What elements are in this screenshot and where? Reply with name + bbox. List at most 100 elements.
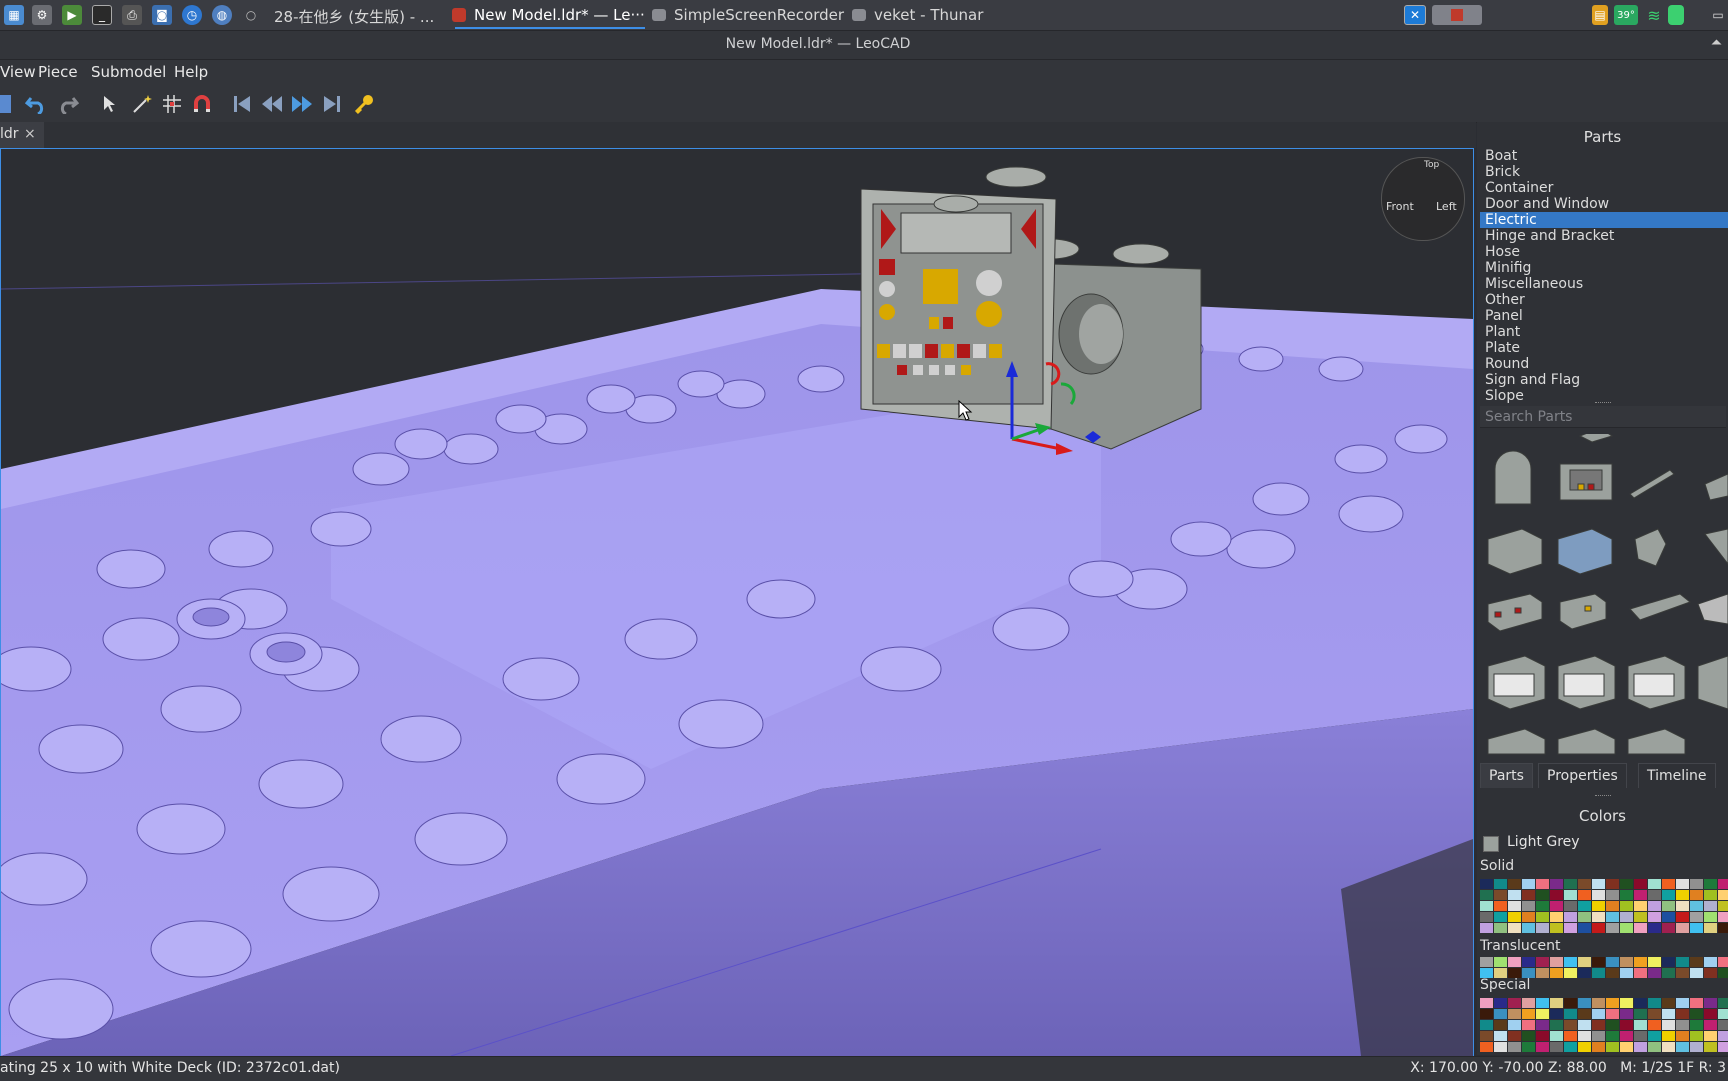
- color-swatch[interactable]: [1704, 998, 1717, 1008]
- color-swatch[interactable]: [1508, 957, 1521, 967]
- view-cube[interactable]: Top Front Left: [1381, 157, 1465, 241]
- scene-canvas[interactable]: [1, 149, 1473, 1056]
- electric-brick-piece[interactable]: [860, 166, 1202, 450]
- color-swatch[interactable]: [1508, 923, 1521, 933]
- settings-icon[interactable]: ⚙: [32, 5, 52, 25]
- color-swatch[interactable]: [1620, 923, 1633, 933]
- color-swatch[interactable]: [1648, 1020, 1661, 1030]
- app-menu-icon[interactable]: ▦: [4, 5, 24, 25]
- color-swatch[interactable]: [1522, 1042, 1535, 1052]
- color-swatch[interactable]: [1480, 1020, 1493, 1030]
- key-icon[interactable]: [352, 92, 376, 116]
- color-swatch[interactable]: [1718, 957, 1728, 967]
- color-swatch[interactable]: [1676, 890, 1689, 900]
- color-swatch[interactable]: [1676, 957, 1689, 967]
- color-swatch[interactable]: [1564, 901, 1577, 911]
- category-item[interactable]: Hose: [1480, 244, 1728, 260]
- color-swatch[interactable]: [1494, 1009, 1507, 1019]
- splitter-handle[interactable]: [1595, 795, 1611, 796]
- color-swatch[interactable]: [1662, 923, 1675, 933]
- printer-icon[interactable]: ⎙: [122, 5, 142, 25]
- color-swatch[interactable]: [1522, 1031, 1535, 1041]
- color-swatch[interactable]: [1648, 890, 1661, 900]
- color-swatch[interactable]: [1704, 1031, 1717, 1041]
- color-swatch[interactable]: [1606, 1009, 1619, 1019]
- color-swatch[interactable]: [1564, 879, 1577, 889]
- view-cube-top[interactable]: Top: [1424, 160, 1439, 170]
- category-item[interactable]: Minifig: [1480, 260, 1728, 276]
- color-swatch[interactable]: [1592, 968, 1605, 978]
- color-swatch[interactable]: [1480, 912, 1493, 922]
- color-swatch[interactable]: [1578, 901, 1591, 911]
- color-swatch[interactable]: [1578, 957, 1591, 967]
- color-swatch[interactable]: [1578, 1031, 1591, 1041]
- color-swatch[interactable]: [1550, 957, 1563, 967]
- color-swatch[interactable]: [1718, 923, 1728, 933]
- color-swatch[interactable]: [1704, 968, 1717, 978]
- clipboard-icon[interactable]: ▤: [1592, 5, 1608, 25]
- color-swatch[interactable]: [1704, 957, 1717, 967]
- color-swatch[interactable]: [1536, 998, 1549, 1008]
- color-swatch[interactable]: [1606, 968, 1619, 978]
- color-swatch[interactable]: [1592, 890, 1605, 900]
- color-swatch[interactable]: [1592, 998, 1605, 1008]
- color-swatch[interactable]: [1592, 901, 1605, 911]
- color-swatch[interactable]: [1606, 1042, 1619, 1052]
- color-swatch[interactable]: [1508, 1042, 1521, 1052]
- color-swatch[interactable]: [1480, 957, 1493, 967]
- menu-help[interactable]: Help: [174, 63, 208, 81]
- category-item[interactable]: Brick: [1480, 164, 1728, 180]
- task-media[interactable]: 28-在他乡 (女生版) - ...: [274, 6, 434, 27]
- color-swatch[interactable]: [1592, 1031, 1605, 1041]
- undo-icon[interactable]: [24, 92, 48, 116]
- color-swatch[interactable]: [1690, 1009, 1703, 1019]
- tab-timeline[interactable]: Timeline: [1638, 763, 1716, 788]
- color-swatch[interactable]: [1718, 1042, 1728, 1052]
- color-swatch[interactable]: [1522, 923, 1535, 933]
- color-swatch[interactable]: [1522, 890, 1535, 900]
- color-swatch[interactable]: [1704, 1020, 1717, 1030]
- magic-wand-icon[interactable]: [130, 92, 154, 116]
- color-swatch[interactable]: [1564, 1031, 1577, 1041]
- color-swatch[interactable]: [1718, 890, 1728, 900]
- color-swatch[interactable]: [1564, 998, 1577, 1008]
- color-swatch[interactable]: [1634, 1042, 1647, 1052]
- color-swatch[interactable]: [1718, 1020, 1728, 1030]
- last-step-icon[interactable]: [320, 92, 344, 116]
- color-swatch[interactable]: [1550, 998, 1563, 1008]
- color-swatch[interactable]: [1690, 890, 1703, 900]
- color-swatch[interactable]: [1606, 912, 1619, 922]
- color-swatch[interactable]: [1494, 923, 1507, 933]
- color-swatch[interactable]: [1718, 1009, 1728, 1019]
- color-swatch[interactable]: [1606, 957, 1619, 967]
- color-swatch[interactable]: [1662, 1042, 1675, 1052]
- color-swatch[interactable]: [1718, 901, 1728, 911]
- color-swatch[interactable]: [1634, 923, 1647, 933]
- color-swatch[interactable]: [1634, 957, 1647, 967]
- snap-grid-icon[interactable]: [160, 92, 184, 116]
- color-swatch[interactable]: [1536, 1020, 1549, 1030]
- category-item[interactable]: Container: [1480, 180, 1728, 196]
- color-swatch[interactable]: [1634, 879, 1647, 889]
- color-swatch[interactable]: [1494, 912, 1507, 922]
- color-swatch[interactable]: [1564, 923, 1577, 933]
- color-swatch[interactable]: [1620, 998, 1633, 1008]
- color-swatch[interactable]: [1536, 1009, 1549, 1019]
- color-swatch[interactable]: [1634, 1020, 1647, 1030]
- color-swatch[interactable]: [1620, 879, 1633, 889]
- category-item[interactable]: Door and Window: [1480, 196, 1728, 212]
- color-swatch[interactable]: [1648, 968, 1661, 978]
- color-swatch[interactable]: [1592, 1009, 1605, 1019]
- color-swatch[interactable]: [1536, 968, 1549, 978]
- color-swatch[interactable]: [1634, 1009, 1647, 1019]
- color-swatch[interactable]: [1550, 901, 1563, 911]
- select-tool-icon[interactable]: [98, 92, 122, 116]
- color-swatch[interactable]: [1690, 912, 1703, 922]
- color-swatch[interactable]: [1522, 998, 1535, 1008]
- color-swatch[interactable]: [1634, 890, 1647, 900]
- color-swatch[interactable]: [1550, 968, 1563, 978]
- color-swatch[interactable]: [1536, 912, 1549, 922]
- menu-view[interactable]: View: [0, 63, 36, 81]
- color-swatch[interactable]: [1634, 901, 1647, 911]
- color-swatch[interactable]: [1592, 1020, 1605, 1030]
